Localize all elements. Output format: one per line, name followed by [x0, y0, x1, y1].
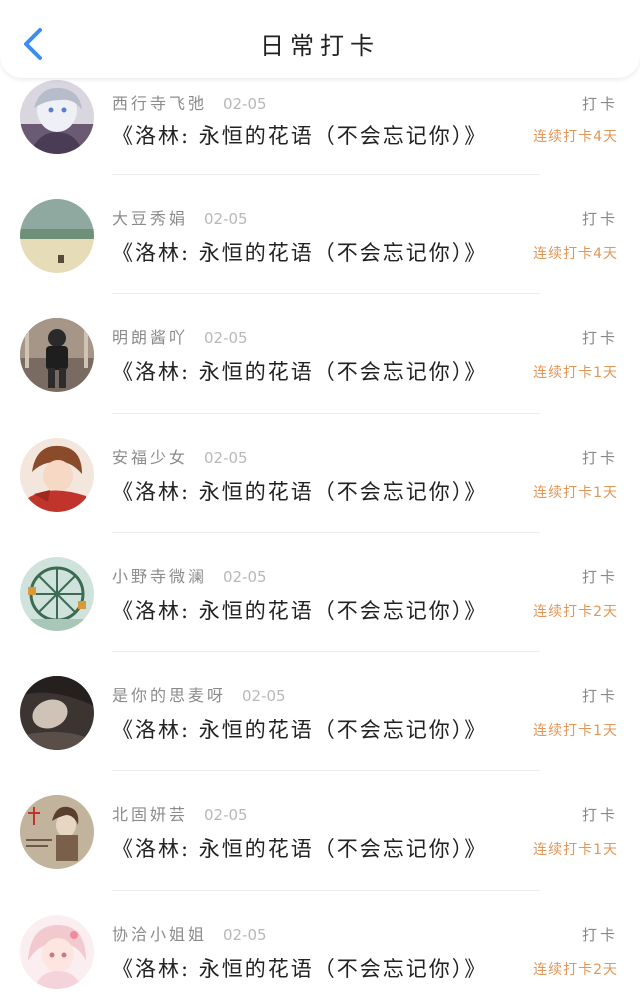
checkin-label: 打卡 [581, 329, 618, 348]
song-title[interactable]: 《洛林: 永恒的花语（不会忘记你）》 [112, 476, 487, 506]
checkin-label: 打卡 [581, 95, 618, 113]
post-date: 02-05 [204, 210, 248, 228]
checkin-label: 打卡 [581, 925, 618, 944]
post-date: 02-05 [242, 687, 286, 706]
song-title[interactable]: 《洛林: 永恒的花语（不会忘记你）》 [112, 953, 487, 983]
user-name: 协洽小姐姐 [112, 924, 208, 944]
avatar[interactable] [20, 795, 94, 870]
song-title[interactable]: 《洛林: 永恒的花语（不会忘记你）》 [112, 833, 487, 863]
checkin-label: 打卡 [581, 567, 618, 586]
checkin-label: 打卡 [581, 448, 618, 467]
streak-badge: 连续打卡1天 [533, 842, 618, 859]
avatar[interactable] [20, 914, 94, 989]
song-title[interactable]: 《洛林: 永恒的花语（不会忘记你）》 [112, 714, 487, 744]
avatar[interactable] [20, 556, 94, 631]
list-item[interactable]: 安福少女 02-05 《洛林: 永恒的花语（不会忘记你）》 打卡 连续打卡1天 [0, 414, 640, 533]
list-item[interactable]: 明朗酱吖 02-05 《洛林: 永恒的花语（不会忘记你）》 打卡 连续打卡1天 [0, 294, 640, 414]
checkin-page: 日常打卡 西行寺飞弛 02-05 《洛林: 永恒的花语（不会忘记你）》 打卡 连… [0, 0, 640, 992]
avatar[interactable] [20, 318, 94, 393]
song-title[interactable]: 《洛林: 永恒的花语（不会忘记你）》 [112, 120, 487, 150]
list-item[interactable]: 协洽小姐姐 02-05 《洛林: 永恒的花语（不会忘记你）》 打卡 连续打卡2天 [0, 891, 640, 992]
avatar[interactable] [20, 199, 94, 273]
checkin-label: 打卡 [581, 687, 618, 706]
user-name: 安福少女 [112, 447, 189, 467]
song-title[interactable]: 《洛林: 永恒的花语（不会忘记你）》 [112, 595, 487, 625]
user-name: 大豆秀娟 [112, 209, 189, 228]
list-item[interactable]: 小野寺微澜 02-05 《洛林: 永恒的花语（不会忘记你）》 打卡 连续打卡2天 [0, 533, 640, 653]
streak-badge: 连续打卡2天 [533, 961, 618, 978]
post-date: 02-05 [223, 925, 267, 944]
checkin-label: 打卡 [581, 210, 618, 228]
user-name: 是你的思麦呀 [112, 686, 227, 706]
post-date: 02-05 [204, 806, 248, 825]
user-name: 西行寺飞弛 [112, 94, 208, 113]
post-date: 02-05 [223, 95, 267, 113]
streak-badge: 连续打卡1天 [533, 723, 618, 740]
streak-badge: 连续打卡2天 [533, 603, 618, 620]
post-date: 02-05 [204, 329, 248, 348]
top-bar: 日常打卡 [0, 0, 640, 78]
list-item[interactable]: 北固妍芸 02-05 《洛林: 永恒的花语（不会忘记你）》 打卡 连续打卡1天 [0, 771, 640, 891]
post-date: 02-05 [204, 448, 248, 467]
list-item[interactable]: 是你的思麦呀 02-05 《洛林: 永恒的花语（不会忘记你）》 打卡 连续打卡1天 [0, 652, 640, 772]
checkin-list: 西行寺飞弛 02-05 《洛林: 永恒的花语（不会忘记你）》 打卡 连续打卡4天 … [0, 78, 640, 992]
streak-badge: 连续打卡1天 [533, 365, 618, 382]
page-title: 日常打卡 [260, 32, 380, 60]
avatar[interactable] [20, 80, 94, 154]
post-date: 02-05 [223, 567, 267, 586]
user-name: 小野寺微澜 [112, 566, 208, 586]
user-name: 北固妍芸 [112, 805, 189, 825]
avatar[interactable] [20, 676, 94, 751]
streak-badge: 连续打卡1天 [533, 484, 618, 501]
list-item[interactable]: 大豆秀娟 02-05 《洛林: 永恒的花语（不会忘记你）》 打卡 连续打卡4天 [0, 175, 640, 295]
checkin-label: 打卡 [581, 806, 618, 825]
streak-badge: 连续打卡4天 [533, 246, 618, 262]
song-title[interactable]: 《洛林: 永恒的花语（不会忘记你）》 [112, 237, 487, 267]
user-name: 明朗酱吖 [112, 328, 189, 348]
list-item[interactable]: 西行寺飞弛 02-05 《洛林: 永恒的花语（不会忘记你）》 打卡 连续打卡4天 [0, 78, 640, 175]
streak-badge: 连续打卡4天 [533, 129, 618, 145]
song-title[interactable]: 《洛林: 永恒的花语（不会忘记你）》 [112, 356, 487, 386]
avatar[interactable] [20, 437, 94, 512]
